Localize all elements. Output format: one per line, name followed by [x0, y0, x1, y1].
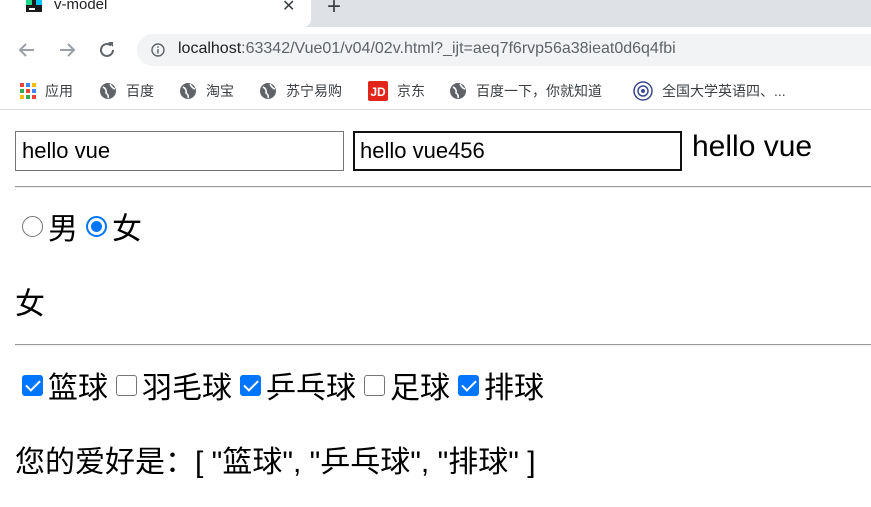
apps-grid-icon	[20, 83, 36, 99]
divider	[15, 186, 871, 188]
selected-gender-text: 女	[15, 288, 45, 321]
radio-option-male[interactable]: 男	[22, 204, 78, 248]
checkbox-pingpong[interactable]	[240, 374, 261, 396]
url-host: localhost	[178, 40, 242, 57]
globe-icon	[100, 83, 116, 99]
radio-label: 女	[112, 213, 142, 246]
globe-icon	[260, 83, 276, 99]
checkbox-option-basketball[interactable]: 篮球	[22, 363, 108, 407]
checkbox-label: 足球	[390, 372, 450, 405]
checkbox-label: 排球	[484, 372, 544, 405]
hobby-checkbox-group: 篮球 羽毛球 乒乓球 足球 排球	[22, 365, 552, 405]
browser-toolbar: localhost:63342/Vue01/v04/02v.html?_ijt=…	[0, 27, 871, 72]
bookmark-label: 全国大学英语四、...	[662, 83, 786, 99]
browser-tab[interactable]: v-model ✕	[0, 0, 311, 27]
svg-text:JD: JD	[370, 85, 386, 99]
bookmark-jd[interactable]: JD 京东	[368, 81, 425, 101]
url-path: :63342/Vue01/v04/02v.html?_ijt=aeq7f6rvp…	[241, 40, 676, 57]
checkbox-basketball[interactable]	[22, 374, 43, 396]
checkbox-label: 羽毛球	[142, 372, 232, 405]
checkbox-football[interactable]	[364, 374, 385, 396]
page-content: hello vue 男 女 女 篮球 羽毛球 乒乓球 足球	[0, 111, 871, 507]
new-tab-button[interactable]: +	[327, 0, 341, 21]
radio-female[interactable]	[86, 215, 107, 237]
checkbox-option-pingpong[interactable]: 乒乓球	[240, 363, 356, 407]
reload-icon[interactable]	[96, 39, 118, 61]
bookmark-apps[interactable]: 应用	[20, 81, 73, 101]
checkbox-option-football[interactable]: 足球	[364, 363, 450, 407]
divider	[15, 344, 871, 346]
globe-icon	[180, 83, 196, 99]
checkbox-option-volleyball[interactable]: 排球	[458, 363, 544, 407]
forward-arrow-icon[interactable]	[56, 39, 78, 61]
bookmark-label: 应用	[45, 83, 73, 99]
bookmark-baidu-search[interactable]: 百度一下，你就知道	[449, 81, 602, 101]
radio-option-female[interactable]: 女	[86, 204, 142, 248]
bookmark-label: 苏宁易购	[286, 83, 342, 99]
checkbox-badminton[interactable]	[116, 374, 137, 396]
gender-radio-group: 男 女	[22, 206, 150, 246]
checkbox-label: 篮球	[48, 372, 108, 405]
text-input-second[interactable]	[353, 131, 682, 171]
bookmark-taobao[interactable]: 淘宝	[179, 81, 234, 101]
hobby-result-text: 您的爱好是：[ "篮球", "乒乓球", "排球" ]	[15, 446, 536, 479]
url-text[interactable]: localhost:63342/Vue01/v04/02v.html?_ijt=…	[178, 40, 676, 58]
radio-male[interactable]	[22, 215, 43, 237]
bookmarks-bar: 应用 百度 淘宝 苏宁易购 JD 京东 百度一下，你就知道 全国大学英语四、..…	[0, 72, 871, 110]
checkbox-volleyball[interactable]	[458, 374, 479, 396]
checkbox-label: 乒乓球	[266, 372, 356, 405]
bookmark-baidu[interactable]: 百度	[99, 81, 154, 101]
bookmark-label: 百度一下，你就知道	[476, 83, 602, 99]
tab-title: v-model	[54, 0, 108, 13]
bookmark-suning[interactable]: 苏宁易购	[259, 81, 342, 101]
tab-strip: v-model ✕ +	[0, 0, 871, 27]
bookmark-label: 京东	[397, 83, 425, 99]
bookmark-label: 淘宝	[206, 83, 234, 99]
text-input-first[interactable]	[15, 131, 344, 171]
globe-icon	[450, 83, 466, 99]
back-arrow-icon[interactable]	[16, 39, 38, 61]
bookmark-label: 百度	[126, 83, 154, 99]
address-bar[interactable]: localhost:63342/Vue01/v04/02v.html?_ijt=…	[137, 34, 871, 66]
info-icon[interactable]	[151, 43, 165, 57]
webstorm-favicon-icon	[26, 0, 42, 12]
echo-text: hello vue	[692, 130, 813, 163]
bookmark-cet[interactable]: 全国大学英语四、...	[633, 81, 786, 101]
checkbox-option-badminton[interactable]: 羽毛球	[116, 363, 232, 407]
jd-logo-icon: JD	[368, 81, 388, 101]
close-tab-icon[interactable]: ✕	[282, 0, 295, 16]
radio-label: 男	[48, 213, 78, 246]
emblem-icon	[633, 81, 653, 101]
